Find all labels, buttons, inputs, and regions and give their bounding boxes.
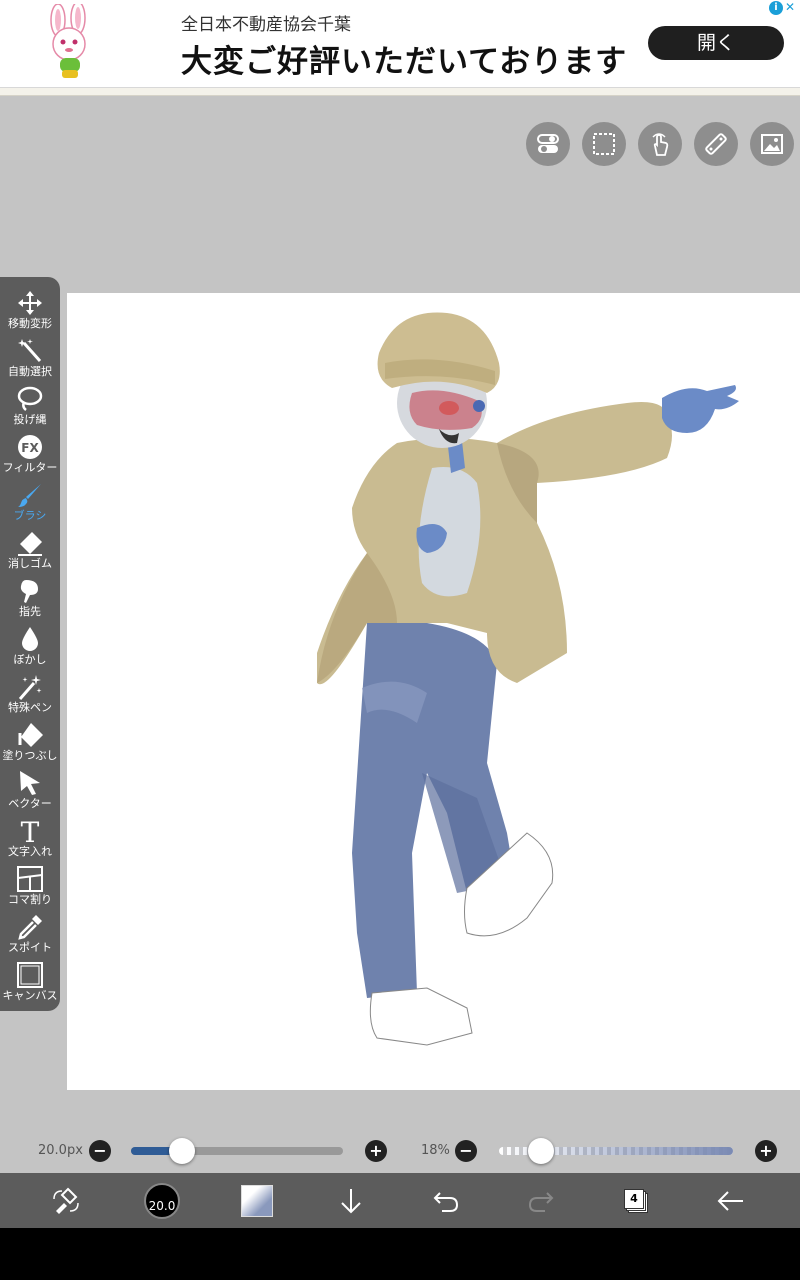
special-pen-icon: [18, 675, 42, 700]
touch-icon: [652, 133, 669, 156]
selection-button[interactable]: [582, 122, 626, 166]
system-navigation-bar: [0, 1228, 800, 1280]
brush-sliders: 20.0px − + 18% − +: [0, 1136, 800, 1166]
tool-canvas[interactable]: キャンバス: [0, 953, 60, 1002]
ad-headline: 大変ご好評いただいております: [181, 44, 628, 80]
brush-size-decrease-button[interactable]: −: [89, 1140, 111, 1162]
back-button[interactable]: [701, 1173, 761, 1228]
layers-icon: 4: [622, 1187, 650, 1215]
download-button[interactable]: [321, 1173, 381, 1228]
ad-banner[interactable]: 全日本不動産協会千葉 大変ご好評いただいております 開く i ✕: [0, 0, 800, 88]
ad-divider: [0, 88, 800, 96]
ad-organization: 全日本不動産協会千葉: [181, 15, 351, 35]
opacity-increase-button[interactable]: +: [755, 1140, 777, 1162]
ad-open-button[interactable]: 開く: [648, 26, 784, 60]
undo-button[interactable]: [416, 1173, 476, 1228]
tool-eyedropper[interactable]: スポイト: [0, 905, 60, 954]
ad-info-icon[interactable]: i: [769, 1, 783, 15]
layers-button[interactable]: 4: [606, 1173, 666, 1228]
tool-lasso[interactable]: 投げ縄: [0, 377, 60, 426]
bottom-toolbar: 20.0 4: [0, 1173, 800, 1228]
text-icon: T: [21, 817, 40, 845]
finger-icon: [20, 580, 38, 603]
redo-button[interactable]: [511, 1173, 571, 1228]
ruler-button[interactable]: [694, 122, 738, 166]
selection-icon: [593, 133, 615, 155]
tool-special-pen[interactable]: 特殊ペン: [0, 665, 60, 714]
drawing-canvas[interactable]: [67, 293, 800, 1090]
brush-size-slider-knob[interactable]: [168, 1138, 195, 1164]
brush-size-button[interactable]: 20.0: [132, 1173, 192, 1228]
toggle-button[interactable]: [526, 122, 570, 166]
opacity-decrease-button[interactable]: −: [455, 1140, 477, 1162]
undo-icon: [433, 1191, 459, 1212]
tool-move-transform[interactable]: 移動変形: [0, 281, 60, 330]
eyedropper-icon: [18, 915, 42, 940]
lasso-icon: [17, 386, 43, 411]
opacity-value: 18%: [421, 1143, 450, 1158]
reference-image-button[interactable]: [750, 122, 794, 166]
tool-sidebar: 移動変形 自動選択 投げ縄 FX フィルター ブラシ 消しゴム 指先 ぼかし 特…: [0, 277, 60, 1011]
image-icon: [761, 134, 783, 154]
move-icon: [18, 291, 42, 315]
fill-icon: [18, 723, 43, 747]
tool-frame-divider[interactable]: コマ割り: [0, 857, 60, 906]
svg-text:FX: FX: [21, 441, 39, 455]
eraser-icon: [18, 532, 42, 556]
arrow-down-icon: [341, 1188, 361, 1213]
brush-size-value: 20.0px: [38, 1143, 83, 1158]
brush-size-preview: 20.0: [144, 1182, 180, 1219]
arrow-left-icon: [717, 1190, 743, 1211]
tool-blur[interactable]: ぼかし: [0, 617, 60, 666]
fx-icon: FX: [18, 435, 42, 459]
vector-icon: [20, 771, 40, 795]
color-swatch: [241, 1184, 273, 1217]
toggle-icon: [537, 134, 559, 153]
redo-icon: [528, 1191, 554, 1212]
tool-auto-select[interactable]: 自動選択: [0, 329, 60, 378]
rabbit-mascot-icon: [50, 4, 86, 78]
brush-size-increase-button[interactable]: +: [365, 1140, 387, 1162]
tool-smudge[interactable]: 指先: [0, 569, 60, 618]
artwork-illustration: [317, 312, 739, 1046]
brush-eraser-swap-icon: [53, 1187, 79, 1214]
frame-divider-icon: [17, 866, 43, 892]
tool-brush[interactable]: ブラシ: [0, 473, 60, 522]
magic-wand-icon: [18, 339, 42, 362]
ruler-icon: [705, 133, 727, 155]
tool-label: キャンバス: [2, 989, 58, 1002]
svg-text:T: T: [21, 817, 40, 845]
color-button[interactable]: [227, 1173, 287, 1228]
ad-close-icon[interactable]: ✕: [785, 0, 795, 14]
layer-count-value: 4: [630, 1191, 638, 1205]
tool-eraser[interactable]: 消しゴム: [0, 521, 60, 570]
brush-icon: [18, 484, 41, 507]
tool-filter[interactable]: FX フィルター: [0, 425, 60, 474]
blur-icon: [22, 627, 38, 651]
touch-button[interactable]: [638, 122, 682, 166]
tool-vector[interactable]: ベクター: [0, 761, 60, 810]
opacity-slider-knob[interactable]: [528, 1138, 555, 1164]
canvas-icon: [17, 962, 43, 988]
swap-tool-button[interactable]: [36, 1173, 96, 1228]
tool-text[interactable]: T 文字入れ: [0, 809, 60, 858]
brush-size-slider[interactable]: [131, 1147, 343, 1155]
tool-fill[interactable]: 塗りつぶし: [0, 713, 60, 762]
